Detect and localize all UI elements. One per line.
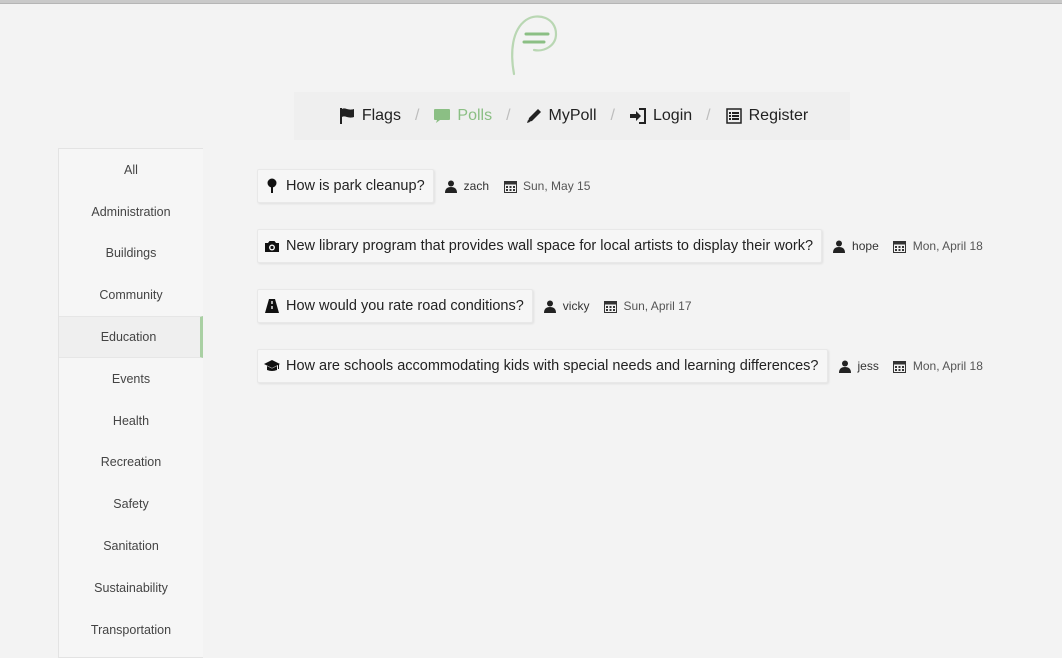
- road-icon: [264, 298, 280, 314]
- category-transportation[interactable]: Transportation: [59, 609, 203, 651]
- nav-separator: /: [506, 107, 511, 124]
- nav-register[interactable]: Register: [725, 107, 809, 125]
- nav-flags[interactable]: Flags: [338, 107, 401, 125]
- user-icon: [444, 179, 458, 193]
- poll-author[interactable]: hope: [852, 239, 879, 253]
- category-buildings[interactable]: Buildings: [59, 233, 203, 275]
- poll-row: How would you rate road conditions? vick…: [257, 289, 692, 323]
- app-logo[interactable]: [504, 12, 562, 80]
- category-community[interactable]: Community: [59, 274, 203, 316]
- category-recreation[interactable]: Recreation: [59, 442, 203, 484]
- poll-date: Mon, April 18: [912, 239, 983, 253]
- poll-author[interactable]: vicky: [563, 299, 590, 313]
- camera-icon: [264, 238, 280, 254]
- nav-flags-label: Flags: [361, 107, 401, 124]
- poll-question: How are schools accommodating kids with …: [286, 358, 819, 374]
- poll-author[interactable]: zach: [464, 179, 489, 193]
- poll-question-button[interactable]: How would you rate road conditions?: [257, 289, 533, 323]
- nav-register-label: Register: [748, 107, 809, 124]
- nav-polls-label: Polls: [457, 107, 493, 124]
- poll-date: Sun, April 17: [623, 299, 692, 313]
- poll-meta: jess Mon, April 18: [828, 359, 983, 373]
- category-administration[interactable]: Administration: [59, 191, 203, 233]
- nav-separator: /: [610, 107, 615, 124]
- category-sustainability[interactable]: Sustainability: [59, 567, 203, 609]
- flag-icon: [338, 107, 356, 125]
- user-icon: [832, 239, 846, 253]
- login-icon: [629, 107, 647, 125]
- category-education[interactable]: Education: [59, 316, 203, 358]
- poll-author[interactable]: jess: [858, 359, 879, 373]
- poll-meta: vicky Sun, April 17: [533, 299, 692, 313]
- poll-row: How is park cleanup? zach Sun, May 15: [257, 169, 590, 203]
- calendar-icon: [603, 299, 617, 313]
- poll-meta: zach Sun, May 15: [434, 179, 591, 193]
- list-icon: [725, 107, 743, 125]
- nav-separator: /: [706, 107, 711, 124]
- calendar-icon: [893, 359, 907, 373]
- comment-icon: [433, 107, 451, 125]
- poll-question-button[interactable]: How is park cleanup?: [257, 169, 434, 203]
- poll-question: How is park cleanup?: [286, 178, 425, 194]
- nav-mypoll-label: MyPoll: [548, 107, 597, 124]
- poll-row: New library program that provides wall s…: [257, 229, 983, 263]
- poll-question: New library program that provides wall s…: [286, 238, 814, 254]
- poll-meta: hope Mon, April 18: [822, 239, 983, 253]
- user-icon: [543, 299, 557, 313]
- poll-question: How would you rate road conditions?: [286, 298, 524, 314]
- poll-row: How are schools accommodating kids with …: [257, 349, 983, 383]
- main-nav: Flags / Polls / MyPoll / Login / Registe…: [294, 92, 850, 140]
- category-safety[interactable]: Safety: [59, 483, 203, 525]
- graduation-cap-icon: [264, 358, 280, 374]
- poll-date: Sun, May 15: [523, 179, 591, 193]
- nav-polls[interactable]: Polls: [433, 107, 492, 125]
- nav-login[interactable]: Login: [629, 107, 692, 125]
- category-events[interactable]: Events: [59, 358, 203, 400]
- category-sidebar: All Administration Buildings Community E…: [58, 148, 203, 658]
- poll-date: Mon, April 18: [912, 359, 983, 373]
- pencil-icon: [525, 107, 543, 125]
- user-icon: [838, 359, 852, 373]
- poll-question-button[interactable]: How are schools accommodating kids with …: [257, 349, 828, 383]
- nav-mypoll[interactable]: MyPoll: [525, 107, 597, 125]
- browser-top-edge: [0, 0, 1062, 4]
- calendar-icon: [893, 239, 907, 253]
- nav-separator: /: [414, 107, 420, 124]
- tree-icon: [264, 178, 280, 194]
- calendar-icon: [503, 179, 517, 193]
- category-all[interactable]: All: [59, 149, 203, 191]
- nav-login-label: Login: [653, 107, 693, 124]
- category-health[interactable]: Health: [59, 400, 203, 442]
- category-sanitation[interactable]: Sanitation: [59, 525, 203, 567]
- poll-question-button[interactable]: New library program that provides wall s…: [257, 229, 823, 263]
